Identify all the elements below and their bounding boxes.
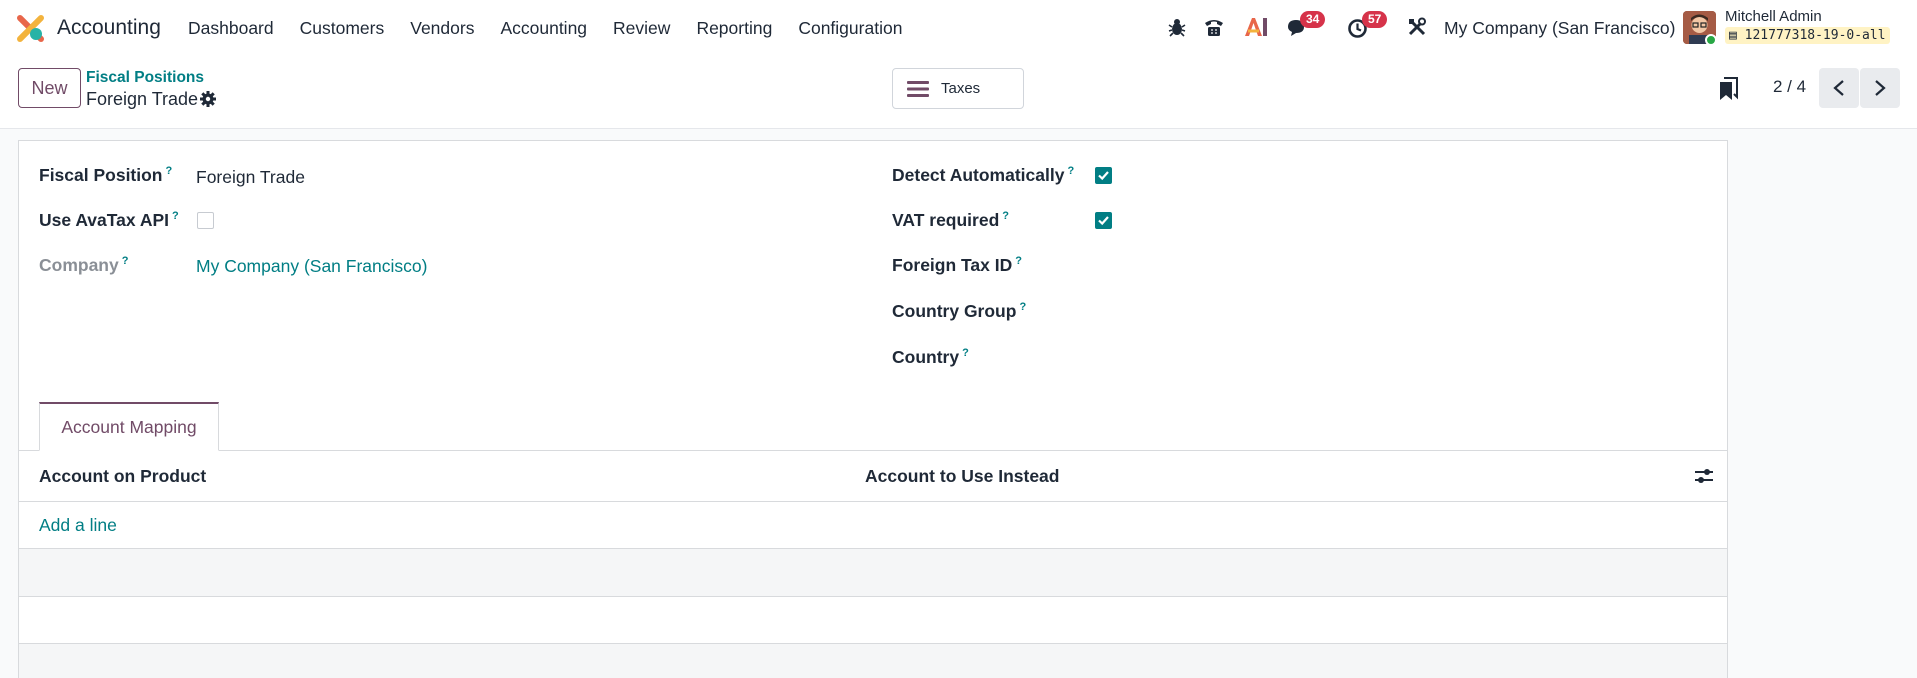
breadcrumb-current: Foreign Trade [86, 89, 199, 109]
row-divider [19, 596, 1727, 597]
optional-columns-icon[interactable] [1694, 466, 1714, 486]
control-panel: New Fiscal Positions Foreign Trade Taxes… [0, 57, 1917, 129]
tools-icon[interactable] [1407, 17, 1427, 37]
vat-required-label: VAT required? [892, 210, 1009, 231]
menu-review[interactable]: Review [613, 18, 670, 39]
company-label-text: Company [39, 255, 119, 275]
menu-dashboard[interactable]: Dashboard [188, 18, 274, 39]
use-avatax-label-text: Use AvaTax API [39, 210, 170, 230]
fiscal-position-label: Fiscal Position? [39, 165, 172, 186]
check-icon [1098, 216, 1109, 226]
taxes-label: Taxes [941, 80, 981, 97]
detect-automatically-label-text: Detect Automatically [892, 165, 1065, 185]
database-label: 121777318-19-0-all [1744, 28, 1886, 43]
country-label-text: Country [892, 347, 960, 367]
vat-required-label-text: VAT required [892, 210, 1000, 230]
empty-row [19, 549, 1727, 596]
company-label: Company? [39, 255, 128, 276]
help-tooltip[interactable]: ? [166, 165, 173, 177]
pager-next-button[interactable] [1860, 68, 1900, 108]
app-name[interactable]: Accounting [57, 16, 161, 40]
vat-required-checkbox[interactable] [1095, 212, 1112, 229]
table-header: Account on Product Account to Use Instea… [19, 451, 1727, 502]
check-icon [1098, 171, 1109, 181]
taxes-smart-button[interactable]: Taxes [892, 68, 1024, 109]
help-tooltip[interactable]: ? [1067, 165, 1074, 177]
foreign-tax-id-label-text: Foreign Tax ID [892, 255, 1013, 275]
bookmark-icon[interactable] [1718, 77, 1738, 101]
detect-automatically-label: Detect Automatically? [892, 165, 1074, 186]
empty-row [19, 644, 1727, 678]
column-account-to-use-instead[interactable]: Account to Use Instead [865, 466, 1059, 487]
phone-icon[interactable] [1203, 17, 1225, 37]
help-tooltip[interactable]: ? [962, 347, 969, 359]
activities-badge: 57 [1362, 11, 1388, 28]
database-icon: ▤ [1729, 28, 1737, 43]
fiscal-position-label-text: Fiscal Position [39, 165, 163, 185]
chevron-left-icon [1833, 80, 1844, 96]
detect-automatically-checkbox[interactable] [1095, 167, 1112, 184]
menu-vendors[interactable]: Vendors [410, 18, 474, 39]
accounting-app-icon[interactable] [17, 15, 44, 42]
top-navbar: Accounting Dashboard Customers Vendors A… [0, 0, 1917, 57]
use-avatax-checkbox[interactable] [197, 212, 214, 229]
ai-icon[interactable] [1244, 17, 1268, 37]
messages-badge: 34 [1300, 11, 1326, 28]
breadcrumb-fiscal-positions[interactable]: Fiscal Positions [86, 69, 204, 87]
form-sheet: Fiscal Position? Foreign Trade Use AvaTa… [18, 140, 1728, 678]
country-label: Country? [892, 347, 969, 368]
add-a-line-link[interactable]: Add a line [39, 515, 117, 536]
menu-customers[interactable]: Customers [300, 18, 385, 39]
gear-icon[interactable] [199, 90, 217, 108]
user-name[interactable]: Mitchell Admin [1725, 8, 1822, 25]
pager-value[interactable]: 2 / 4 [1773, 77, 1806, 97]
bug-icon[interactable] [1168, 17, 1186, 37]
help-tooltip[interactable]: ? [122, 255, 129, 267]
list-icon [907, 80, 929, 97]
main-menu: Dashboard Customers Vendors Accounting R… [188, 18, 928, 39]
chevron-right-icon [1875, 80, 1886, 96]
company-field-link[interactable]: My Company (San Francisco) [196, 256, 427, 277]
help-tooltip[interactable]: ? [172, 210, 179, 222]
fiscal-position-name-field[interactable]: Foreign Trade [196, 167, 305, 188]
company-switcher[interactable]: My Company (San Francisco) [1444, 18, 1675, 39]
column-account-on-product[interactable]: Account on Product [39, 466, 206, 487]
country-group-label-text: Country Group [892, 301, 1017, 321]
foreign-tax-id-label: Foreign Tax ID? [892, 255, 1022, 276]
menu-reporting[interactable]: Reporting [696, 18, 772, 39]
menu-configuration[interactable]: Configuration [798, 18, 902, 39]
help-tooltip[interactable]: ? [1002, 210, 1009, 222]
menu-accounting[interactable]: Accounting [500, 18, 587, 39]
pager-previous-button[interactable] [1819, 68, 1859, 108]
help-tooltip[interactable]: ? [1019, 301, 1026, 313]
online-status-dot [1705, 34, 1717, 46]
new-button[interactable]: New [18, 68, 81, 108]
tab-account-mapping[interactable]: Account Mapping [39, 402, 219, 451]
database-name: ▤ 121777318-19-0-all [1725, 27, 1890, 44]
country-group-label: Country Group? [892, 301, 1026, 322]
help-tooltip[interactable]: ? [1015, 255, 1022, 267]
use-avatax-label: Use AvaTax API? [39, 210, 179, 231]
